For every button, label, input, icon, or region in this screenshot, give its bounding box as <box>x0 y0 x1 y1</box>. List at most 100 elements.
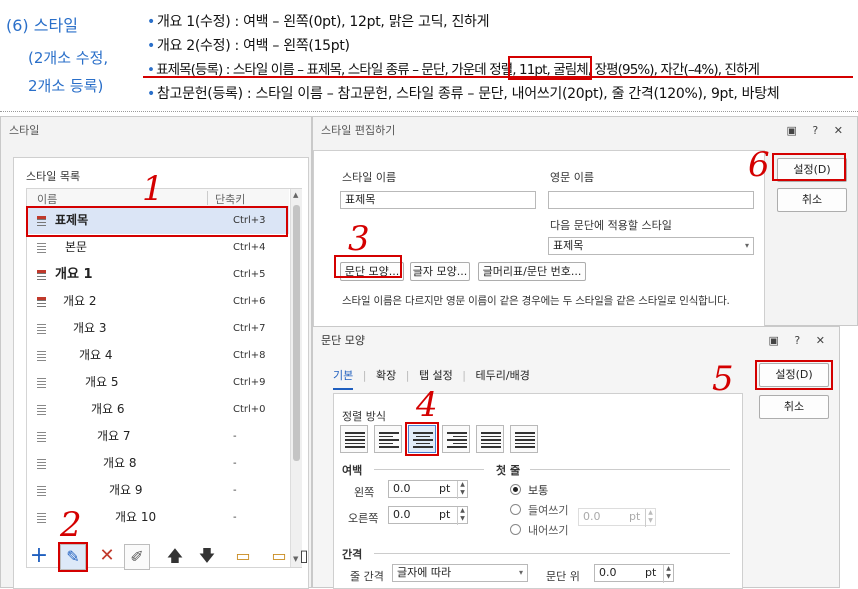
style-name: 개요 1 <box>55 267 93 282</box>
list-scrollbar[interactable]: ▲ ▼ <box>290 189 302 567</box>
para-window-controls[interactable]: ▣ ? ✕ <box>769 334 831 347</box>
step-number-6: 6 <box>748 145 770 185</box>
align-line <box>481 432 501 434</box>
style-para-icon <box>37 513 46 523</box>
list-item[interactable]: 개요 4 Ctrl+8 <box>27 342 289 369</box>
scroll-thumb[interactable] <box>293 205 300 461</box>
para-above-label: 문단 위 <box>546 570 580 583</box>
edit-cancel-button[interactable]: 취소 <box>777 188 847 212</box>
step-number-4: 4 <box>416 385 438 425</box>
tab-border-bg[interactable]: 테두리/배경 <box>476 369 530 382</box>
align-right-button[interactable] <box>442 425 470 453</box>
move-up-icon[interactable]: 🡅 <box>162 544 188 570</box>
right-margin-input[interactable]: 0.0 pt ▲ ▼ <box>388 506 468 525</box>
linespace-select[interactable]: 글자에 따라 ▾ <box>392 564 528 582</box>
radio-indent[interactable] <box>510 504 521 515</box>
align-label: 정렬 방식 <box>342 410 386 423</box>
style-tool-icon[interactable]: ✐ <box>124 544 150 570</box>
left-stepper-icon[interactable]: ▲ ▼ <box>457 481 467 499</box>
align-line <box>379 439 399 441</box>
align-line <box>345 446 365 448</box>
para-shape-title: 문단 모양 <box>321 334 365 347</box>
english-name-note: 스타일 이름은 다르지만 영문 이름이 같은 경우에는 두 스타일을 같은 스타… <box>342 295 730 307</box>
radio-normal-label: 보통 <box>528 484 549 497</box>
left-margin-label: 왼쪽 <box>354 486 375 499</box>
list-item[interactable]: 개요 3 Ctrl+7 <box>27 315 289 342</box>
style-para-icon <box>37 378 46 388</box>
list-item[interactable]: 개요 6 Ctrl+0 <box>27 396 289 423</box>
align-divide-button[interactable] <box>510 425 538 453</box>
radio-hanging-label: 내어쓰기 <box>528 524 569 537</box>
move-down-icon[interactable]: 🡇 <box>194 544 220 570</box>
style-name-input[interactable]: 표제목 <box>340 191 536 209</box>
style-edit-title: 스타일 편집하기 <box>321 124 396 137</box>
linespace-label: 줄 간격 <box>350 570 384 583</box>
highlight-edit-ok <box>772 153 846 181</box>
chevron-down-icon: ▾ <box>744 241 749 250</box>
bullet-numbering-button[interactable]: 글머리표/문단 번호... <box>478 262 586 281</box>
step-number-1: 1 <box>142 169 164 209</box>
radio-hanging[interactable] <box>510 524 521 535</box>
style-name: 개요 10 <box>115 510 157 524</box>
align-line <box>379 432 399 434</box>
align-line <box>515 442 535 445</box>
align-line <box>447 432 467 434</box>
radio-normal[interactable] <box>510 484 521 495</box>
add-style-icon[interactable]: + <box>26 544 52 570</box>
align-distribute-button[interactable] <box>476 425 504 453</box>
style-para-icon <box>37 270 46 280</box>
align-line <box>345 439 365 441</box>
next-style-select[interactable]: 표제목 ▾ <box>548 237 754 255</box>
english-name-input[interactable] <box>548 191 754 209</box>
para-above-input[interactable]: 0.0 pt ▲ ▼ <box>594 564 674 583</box>
indent-stepper-icon[interactable]: ▲ ▼ <box>645 509 655 527</box>
english-name-label: 영문 이름 <box>550 171 594 184</box>
align-justify-button[interactable] <box>340 425 368 453</box>
para-tabs: 기본 | 확장 | 탭 설정 | 테두리/배경 <box>333 367 530 390</box>
align-left-button[interactable] <box>374 425 402 453</box>
align-line <box>345 432 365 434</box>
list-item[interactable]: 개요 5 Ctrl+9 <box>27 369 289 396</box>
open-folder-icon[interactable]: ▭ <box>266 544 292 570</box>
col-name: 이름 <box>37 193 58 206</box>
tab-basic[interactable]: 기본 <box>333 369 354 390</box>
style-name: 개요 8 <box>103 456 137 470</box>
indent-input[interactable]: 0.0 pt ▲ ▼ <box>578 508 656 527</box>
style-shortcut: Ctrl+9 <box>233 377 266 388</box>
align-line <box>453 442 467 445</box>
style-shortcut: - <box>233 485 237 496</box>
style-shortcut: Ctrl+8 <box>233 350 266 361</box>
tab-extended[interactable]: 확장 <box>376 369 396 382</box>
char-shape-button[interactable]: 글자 모양... <box>410 262 470 281</box>
instruction-heading: (6) 스타일 <box>6 16 78 35</box>
edit-window-controls[interactable]: ▣ ? ✕ <box>787 124 849 137</box>
list-item[interactable]: 개요 9 - <box>27 477 289 504</box>
list-item[interactable]: 개요 1 Ctrl+5 <box>27 261 289 288</box>
list-item[interactable]: 본문 Ctrl+4 <box>27 234 289 261</box>
align-line <box>379 446 399 448</box>
spacing-label: 간격 <box>342 548 363 561</box>
para-above-unit: pt <box>645 566 657 579</box>
right-stepper-icon[interactable]: ▲ ▼ <box>457 507 467 525</box>
para-above-stepper-icon[interactable]: ▲ ▼ <box>663 565 673 583</box>
save-icon[interactable]: ▯ <box>298 544 310 570</box>
list-item[interactable]: 개요 8 - <box>27 450 289 477</box>
style-shortcut: Ctrl+5 <box>233 269 266 280</box>
instruction-sub2: 2개소 등록) <box>28 77 104 95</box>
align-line <box>515 446 535 448</box>
import-folder-icon[interactable]: ▭ <box>230 544 256 570</box>
delete-style-icon[interactable]: ✕ <box>94 544 120 570</box>
style-name-label: 스타일 이름 <box>342 171 397 184</box>
left-margin-input[interactable]: 0.0 pt ▲ ▼ <box>388 480 468 499</box>
list-item[interactable]: 개요 7 - <box>27 423 289 450</box>
style-para-icon <box>37 324 46 334</box>
style-name: 개요 3 <box>73 321 107 335</box>
style-shortcut: Ctrl+0 <box>233 404 266 415</box>
list-item[interactable]: 개요 2 Ctrl+6 <box>27 288 289 315</box>
tab-tab-settings[interactable]: 탭 설정 <box>419 369 453 382</box>
style-window-title: 스타일 <box>9 124 40 137</box>
align-line <box>447 446 467 448</box>
next-style-value: 표제목 <box>553 239 584 252</box>
para-cancel-button[interactable]: 취소 <box>759 395 829 419</box>
scroll-up-icon[interactable]: ▲ <box>293 191 298 199</box>
